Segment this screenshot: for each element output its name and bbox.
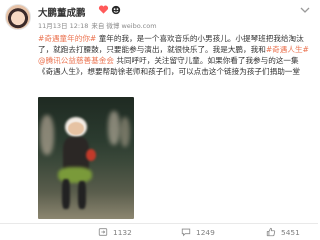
photo-detail <box>108 111 120 145</box>
photo-detail <box>120 117 130 147</box>
post-meta: 11月13日 12:18 来自 微博 weibo.com <box>38 20 157 30</box>
vip-badge-icon <box>111 5 121 15</box>
hashtag-link[interactable]: #奇遇人生# <box>266 45 309 54</box>
content-line-2: 了，就跑去打腰鼓，只要能参与演出，就很快乐了。我是大鹏，我和#奇遇人生# <box>38 44 312 55</box>
photo-detail <box>78 181 86 209</box>
comment-count: 1249 <box>196 227 215 237</box>
post-actions: 1132 1249 5451 <box>0 223 318 240</box>
chevron-down-icon[interactable] <box>300 6 310 14</box>
content-text: 共同呼吁，关注留守儿童。如果你看了我参与的这一集 <box>113 56 299 66</box>
mention-link[interactable]: @腾讯公益慈善基金会 <box>38 56 114 65</box>
content-text: 童年的我，是一个喜欢音乐的小男孩儿。小提琴班把我给淘汰 <box>96 34 304 43</box>
post-header: 大鹏董成鹏 11月13日 12:18 来自 微博 weibo.com <box>0 0 318 34</box>
photo-detail <box>62 179 70 209</box>
content-line-3: @腾讯公益慈善基金会 共同呼吁，关注留守儿童。如果你看了我参与的这一集 <box>38 55 312 66</box>
post-content: #奇遇童年的你# 童年的我，是一个喜欢音乐的小男孩儿。小提琴班把我给淘汰 了，就… <box>38 33 312 77</box>
username[interactable]: 大鹏董成鹏 <box>38 5 86 19</box>
post-photo[interactable] <box>38 97 134 219</box>
content-text: 了，就跑去打腰鼓，只要能参与演出，就很快乐了。我是大鹏，我和 <box>38 45 266 55</box>
repost-count: 1132 <box>113 227 132 237</box>
comment-button[interactable]: 1249 <box>181 227 215 237</box>
post-timestamp[interactable]: 11月13日 12:18 <box>38 22 88 30</box>
repost-icon <box>98 228 108 236</box>
hashtag-link[interactable]: #奇遇童年的你# <box>38 34 96 43</box>
repost-button[interactable]: 1132 <box>98 227 132 237</box>
thumb-up-icon <box>266 227 276 237</box>
photo-detail <box>86 149 96 161</box>
content-line-4: 《奇遇人生》，想要帮助徐老师和孩子们，可以点击这个链接为孩子们捐助一堂 <box>38 66 312 77</box>
content-text: 《奇遇人生》，想要帮助徐老师和孩子们，可以点击这个链接为孩子们捐助一堂 <box>38 67 300 77</box>
post-source: 来自 微博 weibo.com <box>91 22 157 30</box>
like-count: 5451 <box>281 227 300 237</box>
comment-icon <box>181 228 191 237</box>
content-line-1: #奇遇童年的你# 童年的我，是一个喜欢音乐的小男孩儿。小提琴班把我给淘汰 <box>38 33 312 44</box>
avatar[interactable] <box>5 4 31 30</box>
photo-detail <box>40 115 54 155</box>
heart-badge-icon <box>98 5 109 14</box>
like-button[interactable]: 5451 <box>266 227 300 237</box>
photo-detail <box>68 122 84 135</box>
